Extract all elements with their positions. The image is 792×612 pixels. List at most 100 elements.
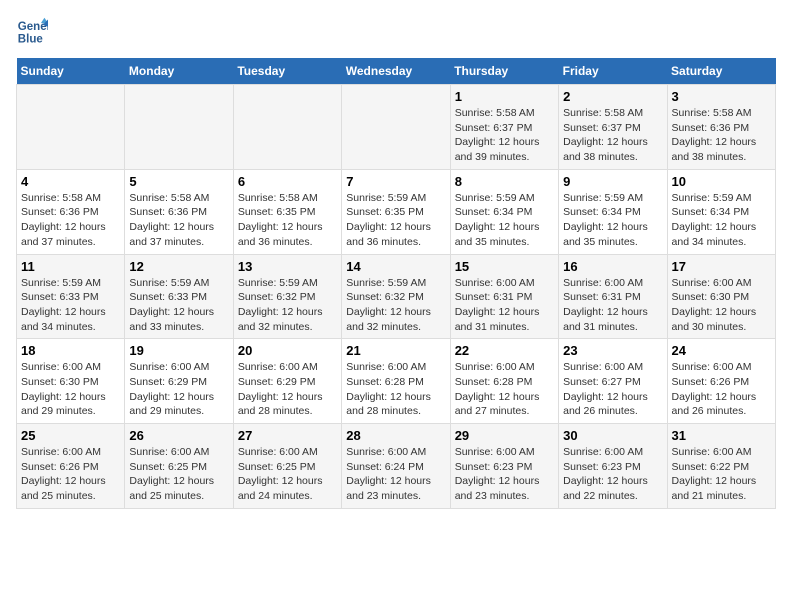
day-cell-27: 27Sunrise: 6:00 AM Sunset: 6:25 PM Dayli… [233, 424, 341, 509]
day-info: Sunrise: 6:00 AM Sunset: 6:31 PM Dayligh… [563, 276, 662, 335]
day-cell-25: 25 Sunrise: 6:00 AM Sunset: 6:26 PM Dayli… [17, 424, 125, 509]
day-info: Sunrise: 5:59 AM Sunset: 6:35 PM Dayligh… [346, 191, 445, 250]
day-number: 26 [129, 428, 228, 443]
day-number: 22 [455, 343, 554, 358]
day-info: Sunrise: 5:58 AM Sunset: 6:36 PM Dayligh… [672, 106, 771, 165]
day-cell-13: 13 Sunrise: 5:59 AM Sunset: 6:32 PM Dayli… [233, 254, 341, 339]
day-info: Sunrise: 6:00 AM Sunset: 6:27 PM Dayligh… [563, 360, 662, 419]
day-cell-21: 21 Sunrise: 6:00 AM Sunset: 6:28 PM Dayli… [342, 339, 450, 424]
day-number: 11 [21, 259, 120, 274]
day-info: Sunrise: 6:00 AM Sunset: 6:30 PM Dayligh… [672, 276, 771, 335]
day-cell-31: 31Sunrise: 6:00 AM Sunset: 6:22 PM Dayli… [667, 424, 775, 509]
logo-icon: General Blue [16, 16, 48, 48]
weekday-header-thursday: Thursday [450, 58, 558, 85]
day-info: Sunrise: 6:00 AM Sunset: 6:25 PM Dayligh… [129, 445, 228, 504]
day-info: Sunrise: 6:00 AM Sunset: 6:26 PM Dayligh… [672, 360, 771, 419]
day-number: 29 [455, 428, 554, 443]
day-number: 3 [672, 89, 771, 104]
day-cell-23: 23 Sunrise: 6:00 AM Sunset: 6:27 PM Dayli… [559, 339, 667, 424]
day-info: Sunrise: 5:58 AM Sunset: 6:36 PM Dayligh… [129, 191, 228, 250]
day-number: 24 [672, 343, 771, 358]
day-cell-29: 29 Sunrise: 6:00 AM Sunset: 6:23 PM Dayli… [450, 424, 558, 509]
day-cell-1: 1Sunrise: 5:58 AM Sunset: 6:37 PM Daylig… [450, 85, 558, 170]
week-row-2: 4 Sunrise: 5:58 AM Sunset: 6:36 PM Daylig… [17, 169, 776, 254]
day-cell-11: 11 Sunrise: 5:59 AM Sunset: 6:33 PM Dayli… [17, 254, 125, 339]
day-number: 21 [346, 343, 445, 358]
day-cell-30: 30 Sunrise: 6:00 AM Sunset: 6:23 PM Dayli… [559, 424, 667, 509]
week-row-4: 18 Sunrise: 6:00 AM Sunset: 6:30 PM Dayli… [17, 339, 776, 424]
svg-text:Blue: Blue [18, 34, 44, 46]
day-number: 12 [129, 259, 228, 274]
day-number: 14 [346, 259, 445, 274]
day-info: Sunrise: 6:00 AM Sunset: 6:30 PM Dayligh… [21, 360, 120, 419]
day-info: Sunrise: 6:00 AM Sunset: 6:23 PM Dayligh… [563, 445, 662, 504]
day-number: 10 [672, 174, 771, 189]
day-number: 4 [21, 174, 120, 189]
week-row-3: 11 Sunrise: 5:59 AM Sunset: 6:33 PM Dayli… [17, 254, 776, 339]
weekday-header-wednesday: Wednesday [342, 58, 450, 85]
day-number: 6 [238, 174, 337, 189]
day-cell-19: 19 Sunrise: 6:00 AM Sunset: 6:29 PM Dayli… [125, 339, 233, 424]
day-cell-16: 16 Sunrise: 6:00 AM Sunset: 6:31 PM Dayli… [559, 254, 667, 339]
day-cell-3: 3 Sunrise: 5:58 AM Sunset: 6:36 PM Daylig… [667, 85, 775, 170]
weekday-header-friday: Friday [559, 58, 667, 85]
day-number: 13 [238, 259, 337, 274]
day-number: 23 [563, 343, 662, 358]
day-number: 5 [129, 174, 228, 189]
day-cell-7: 7 Sunrise: 5:59 AM Sunset: 6:35 PM Daylig… [342, 169, 450, 254]
day-cell-20: 20Sunrise: 6:00 AM Sunset: 6:29 PM Dayli… [233, 339, 341, 424]
day-cell-8: 8 Sunrise: 5:59 AM Sunset: 6:34 PM Daylig… [450, 169, 558, 254]
day-number: 25 [21, 428, 120, 443]
weekday-header-monday: Monday [125, 58, 233, 85]
day-number: 2 [563, 89, 662, 104]
day-cell-14: 14 Sunrise: 5:59 AM Sunset: 6:32 PM Dayli… [342, 254, 450, 339]
day-number: 28 [346, 428, 445, 443]
day-cell-24: 24 Sunrise: 6:00 AM Sunset: 6:26 PM Dayli… [667, 339, 775, 424]
day-info: Sunrise: 6:00 AM Sunset: 6:28 PM Dayligh… [346, 360, 445, 419]
day-info: Sunrise: 5:58 AM Sunset: 6:36 PM Dayligh… [21, 191, 120, 250]
day-cell-18: 18 Sunrise: 6:00 AM Sunset: 6:30 PM Dayli… [17, 339, 125, 424]
day-cell-15: 15Sunrise: 6:00 AM Sunset: 6:31 PM Dayli… [450, 254, 558, 339]
day-info: Sunrise: 6:00 AM Sunset: 6:28 PM Dayligh… [455, 360, 554, 419]
day-cell-26: 26 Sunrise: 6:00 AM Sunset: 6:25 PM Dayli… [125, 424, 233, 509]
weekday-header-tuesday: Tuesday [233, 58, 341, 85]
day-number: 16 [563, 259, 662, 274]
day-number: 20 [238, 343, 337, 358]
day-info: Sunrise: 6:00 AM Sunset: 6:22 PM Dayligh… [672, 445, 771, 504]
day-info: Sunrise: 6:00 AM Sunset: 6:23 PM Dayligh… [455, 445, 554, 504]
day-number: 30 [563, 428, 662, 443]
day-info: Sunrise: 5:58 AM Sunset: 6:37 PM Dayligh… [563, 106, 662, 165]
day-info: Sunrise: 5:59 AM Sunset: 6:33 PM Dayligh… [21, 276, 120, 335]
day-cell-2: 2 Sunrise: 5:58 AM Sunset: 6:37 PM Daylig… [559, 85, 667, 170]
calendar-table: SundayMondayTuesdayWednesdayThursdayFrid… [16, 58, 776, 509]
weekday-header-saturday: Saturday [667, 58, 775, 85]
page-header: General Blue [16, 16, 776, 48]
day-info: Sunrise: 5:59 AM Sunset: 6:32 PM Dayligh… [346, 276, 445, 335]
day-number: 7 [346, 174, 445, 189]
day-info: Sunrise: 6:00 AM Sunset: 6:26 PM Dayligh… [21, 445, 120, 504]
day-cell-6: 6Sunrise: 5:58 AM Sunset: 6:35 PM Daylig… [233, 169, 341, 254]
day-number: 8 [455, 174, 554, 189]
day-number: 17 [672, 259, 771, 274]
empty-cell [17, 85, 125, 170]
day-info: Sunrise: 6:00 AM Sunset: 6:29 PM Dayligh… [129, 360, 228, 419]
day-info: Sunrise: 6:00 AM Sunset: 6:31 PM Dayligh… [455, 276, 554, 335]
week-row-5: 25 Sunrise: 6:00 AM Sunset: 6:26 PM Dayli… [17, 424, 776, 509]
week-row-1: 1 Sunrise: 5:58 AM Sunset: 6:37 PM Daylig… [17, 85, 776, 170]
day-number: 1 [455, 89, 554, 104]
day-info: Sunrise: 5:59 AM Sunset: 6:32 PM Dayligh… [238, 276, 337, 335]
day-info: Sunrise: 6:00 AM Sunset: 6:24 PM Dayligh… [346, 445, 445, 504]
day-cell-9: 9Sunrise: 5:59 AM Sunset: 6:34 PM Daylig… [559, 169, 667, 254]
weekday-header-sunday: Sunday [17, 58, 125, 85]
day-number: 19 [129, 343, 228, 358]
day-info: Sunrise: 5:59 AM Sunset: 6:34 PM Dayligh… [455, 191, 554, 250]
day-number: 27 [238, 428, 337, 443]
empty-cell [125, 85, 233, 170]
day-cell-5: 5 Sunrise: 5:58 AM Sunset: 6:36 PM Daylig… [125, 169, 233, 254]
empty-cell [342, 85, 450, 170]
logo: General Blue [16, 16, 52, 48]
day-number: 18 [21, 343, 120, 358]
day-info: Sunrise: 5:59 AM Sunset: 6:33 PM Dayligh… [129, 276, 228, 335]
day-number: 9 [563, 174, 662, 189]
day-cell-22: 22 Sunrise: 6:00 AM Sunset: 6:28 PM Dayli… [450, 339, 558, 424]
